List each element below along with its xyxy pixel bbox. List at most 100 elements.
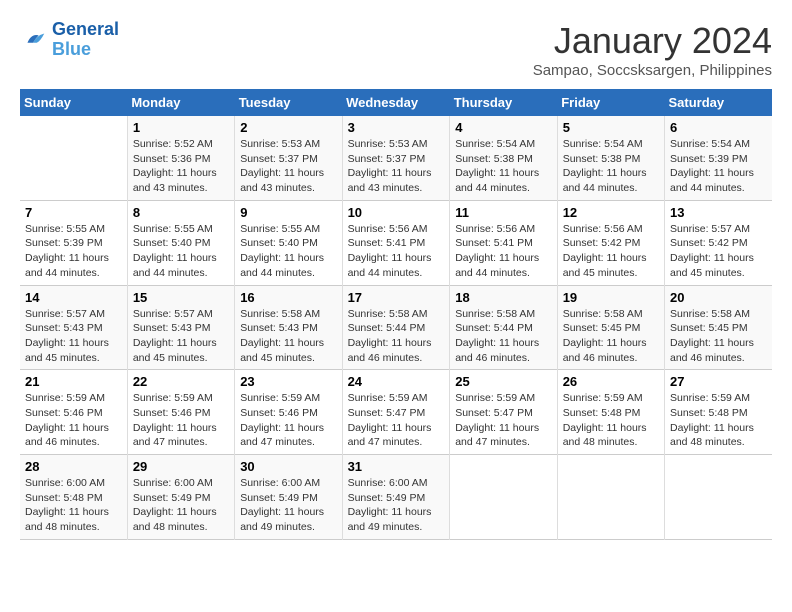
- calendar-cell: [450, 455, 557, 540]
- calendar-cell: 26 Sunrise: 5:59 AM Sunset: 5:48 PM Dayli…: [557, 370, 664, 455]
- calendar-cell: 3Sunrise: 5:53 AM Sunset: 5:37 PM Daylig…: [342, 116, 450, 200]
- day-number: 4: [455, 120, 551, 135]
- day-info: Sunrise: 5:59 AM Sunset: 5:47 PM Dayligh…: [455, 391, 551, 450]
- day-info: Sunrise: 5:59 AM Sunset: 5:48 PM Dayligh…: [670, 391, 767, 450]
- day-info: Sunrise: 5:59 AM Sunset: 5:46 PM Dayligh…: [133, 391, 229, 450]
- day-info: Sunrise: 6:00 AM Sunset: 5:49 PM Dayligh…: [348, 476, 445, 535]
- calendar-cell: 8 Sunrise: 5:55 AM Sunset: 5:40 PM Daylig…: [127, 200, 234, 285]
- day-number: 20: [670, 290, 767, 305]
- day-info: Sunrise: 5:55 AM Sunset: 5:40 PM Dayligh…: [240, 222, 336, 281]
- calendar-cell: [557, 455, 664, 540]
- day-info: Sunrise: 5:54 AM Sunset: 5:38 PM Dayligh…: [455, 137, 551, 196]
- day-number: 1: [133, 120, 229, 135]
- day-number: 2: [240, 120, 336, 135]
- calendar-cell: 13 Sunrise: 5:57 AM Sunset: 5:42 PM Dayli…: [665, 200, 773, 285]
- day-number: 23: [240, 374, 336, 389]
- day-info: Sunrise: 5:59 AM Sunset: 5:46 PM Dayligh…: [240, 391, 336, 450]
- calendar-cell: [20, 116, 127, 200]
- day-number: 5: [563, 120, 659, 135]
- calendar-cell: 24 Sunrise: 5:59 AM Sunset: 5:47 PM Dayli…: [342, 370, 450, 455]
- calendar-week-2: 7 Sunrise: 5:55 AM Sunset: 5:39 PM Daylig…: [20, 200, 772, 285]
- day-number: 22: [133, 374, 229, 389]
- day-info: Sunrise: 5:55 AM Sunset: 5:39 PM Dayligh…: [25, 222, 122, 281]
- day-number: 29: [133, 459, 229, 474]
- calendar-cell: 14 Sunrise: 5:57 AM Sunset: 5:43 PM Dayli…: [20, 285, 127, 370]
- day-number: 7: [25, 205, 122, 220]
- calendar-cell: 23 Sunrise: 5:59 AM Sunset: 5:46 PM Dayli…: [235, 370, 342, 455]
- day-info: Sunrise: 5:58 AM Sunset: 5:45 PM Dayligh…: [670, 307, 767, 366]
- day-number: 26: [563, 374, 659, 389]
- calendar-cell: [665, 455, 773, 540]
- day-info: Sunrise: 5:57 AM Sunset: 5:43 PM Dayligh…: [133, 307, 229, 366]
- day-info: Sunrise: 5:58 AM Sunset: 5:45 PM Dayligh…: [563, 307, 659, 366]
- calendar-cell: 7 Sunrise: 5:55 AM Sunset: 5:39 PM Daylig…: [20, 200, 127, 285]
- calendar-cell: 2 Sunrise: 5:53 AM Sunset: 5:37 PM Daylig…: [235, 116, 342, 200]
- day-info: Sunrise: 5:54 AM Sunset: 5:39 PM Dayligh…: [670, 137, 767, 196]
- day-info: Sunrise: 5:58 AM Sunset: 5:43 PM Dayligh…: [240, 307, 336, 366]
- day-number: 25: [455, 374, 551, 389]
- day-info: Sunrise: 5:58 AM Sunset: 5:44 PM Dayligh…: [348, 307, 445, 366]
- title-block: January 2024 Sampao, Soccsksargen, Phili…: [533, 20, 772, 79]
- calendar-cell: 18Sunrise: 5:58 AM Sunset: 5:44 PM Dayli…: [450, 285, 557, 370]
- day-number: 17: [348, 290, 445, 305]
- day-info: Sunrise: 5:55 AM Sunset: 5:40 PM Dayligh…: [133, 222, 229, 281]
- calendar-cell: 4 Sunrise: 5:54 AM Sunset: 5:38 PM Daylig…: [450, 116, 557, 200]
- calendar-week-1: 1Sunrise: 5:52 AM Sunset: 5:36 PM Daylig…: [20, 116, 772, 200]
- day-number: 27: [670, 374, 767, 389]
- day-info: Sunrise: 5:53 AM Sunset: 5:37 PM Dayligh…: [240, 137, 336, 196]
- day-info: Sunrise: 6:00 AM Sunset: 5:48 PM Dayligh…: [25, 476, 122, 535]
- column-header-sunday: Sunday: [20, 89, 127, 116]
- calendar-cell: 1Sunrise: 5:52 AM Sunset: 5:36 PM Daylig…: [127, 116, 234, 200]
- day-number: 6: [670, 120, 767, 135]
- day-info: Sunrise: 5:57 AM Sunset: 5:42 PM Dayligh…: [670, 222, 767, 281]
- day-info: Sunrise: 5:56 AM Sunset: 5:41 PM Dayligh…: [348, 222, 445, 281]
- calendar-cell: 30 Sunrise: 6:00 AM Sunset: 5:49 PM Dayli…: [235, 455, 342, 540]
- day-number: 19: [563, 290, 659, 305]
- day-number: 9: [240, 205, 336, 220]
- day-number: 28: [25, 459, 122, 474]
- calendar-cell: 22 Sunrise: 5:59 AM Sunset: 5:46 PM Dayli…: [127, 370, 234, 455]
- day-info: Sunrise: 5:57 AM Sunset: 5:43 PM Dayligh…: [25, 307, 122, 366]
- day-info: Sunrise: 5:58 AM Sunset: 5:44 PM Dayligh…: [455, 307, 551, 366]
- calendar-cell: 10Sunrise: 5:56 AM Sunset: 5:41 PM Dayli…: [342, 200, 450, 285]
- day-number: 21: [25, 374, 122, 389]
- calendar-week-4: 21 Sunrise: 5:59 AM Sunset: 5:46 PM Dayli…: [20, 370, 772, 455]
- day-number: 31: [348, 459, 445, 474]
- day-number: 13: [670, 205, 767, 220]
- calendar-week-5: 28 Sunrise: 6:00 AM Sunset: 5:48 PM Dayli…: [20, 455, 772, 540]
- day-number: 8: [133, 205, 229, 220]
- day-number: 24: [348, 374, 445, 389]
- day-info: Sunrise: 6:00 AM Sunset: 5:49 PM Dayligh…: [133, 476, 229, 535]
- day-info: Sunrise: 6:00 AM Sunset: 5:49 PM Dayligh…: [240, 476, 336, 535]
- calendar-subtitle: Sampao, Soccsksargen, Philippines: [533, 62, 772, 79]
- day-info: Sunrise: 5:59 AM Sunset: 5:46 PM Dayligh…: [25, 391, 122, 450]
- calendar-table: SundayMondayTuesdayWednesdayThursdayFrid…: [20, 89, 772, 540]
- day-number: 12: [563, 205, 659, 220]
- day-info: Sunrise: 5:59 AM Sunset: 5:48 PM Dayligh…: [563, 391, 659, 450]
- calendar-cell: 20 Sunrise: 5:58 AM Sunset: 5:45 PM Dayli…: [665, 285, 773, 370]
- header-row: SundayMondayTuesdayWednesdayThursdayFrid…: [20, 89, 772, 116]
- calendar-cell: 17 Sunrise: 5:58 AM Sunset: 5:44 PM Dayli…: [342, 285, 450, 370]
- calendar-cell: 16Sunrise: 5:58 AM Sunset: 5:43 PM Dayli…: [235, 285, 342, 370]
- calendar-cell: 29 Sunrise: 6:00 AM Sunset: 5:49 PM Dayli…: [127, 455, 234, 540]
- day-number: 30: [240, 459, 336, 474]
- day-number: 11: [455, 205, 551, 220]
- calendar-cell: 9 Sunrise: 5:55 AM Sunset: 5:40 PM Daylig…: [235, 200, 342, 285]
- logo-text: General Blue: [52, 20, 119, 60]
- calendar-cell: 28 Sunrise: 6:00 AM Sunset: 5:48 PM Dayli…: [20, 455, 127, 540]
- day-info: Sunrise: 5:54 AM Sunset: 5:38 PM Dayligh…: [563, 137, 659, 196]
- day-info: Sunrise: 5:59 AM Sunset: 5:47 PM Dayligh…: [348, 391, 445, 450]
- calendar-cell: 21 Sunrise: 5:59 AM Sunset: 5:46 PM Dayli…: [20, 370, 127, 455]
- column-header-friday: Friday: [557, 89, 664, 116]
- calendar-cell: 5 Sunrise: 5:54 AM Sunset: 5:38 PM Daylig…: [557, 116, 664, 200]
- logo-icon: [20, 26, 48, 54]
- column-header-monday: Monday: [127, 89, 234, 116]
- day-info: Sunrise: 5:56 AM Sunset: 5:41 PM Dayligh…: [455, 222, 551, 281]
- day-number: 3: [348, 120, 445, 135]
- logo: General Blue: [20, 20, 119, 60]
- calendar-cell: 12Sunrise: 5:56 AM Sunset: 5:42 PM Dayli…: [557, 200, 664, 285]
- column-header-tuesday: Tuesday: [235, 89, 342, 116]
- day-number: 14: [25, 290, 122, 305]
- calendar-week-3: 14 Sunrise: 5:57 AM Sunset: 5:43 PM Dayli…: [20, 285, 772, 370]
- column-header-wednesday: Wednesday: [342, 89, 450, 116]
